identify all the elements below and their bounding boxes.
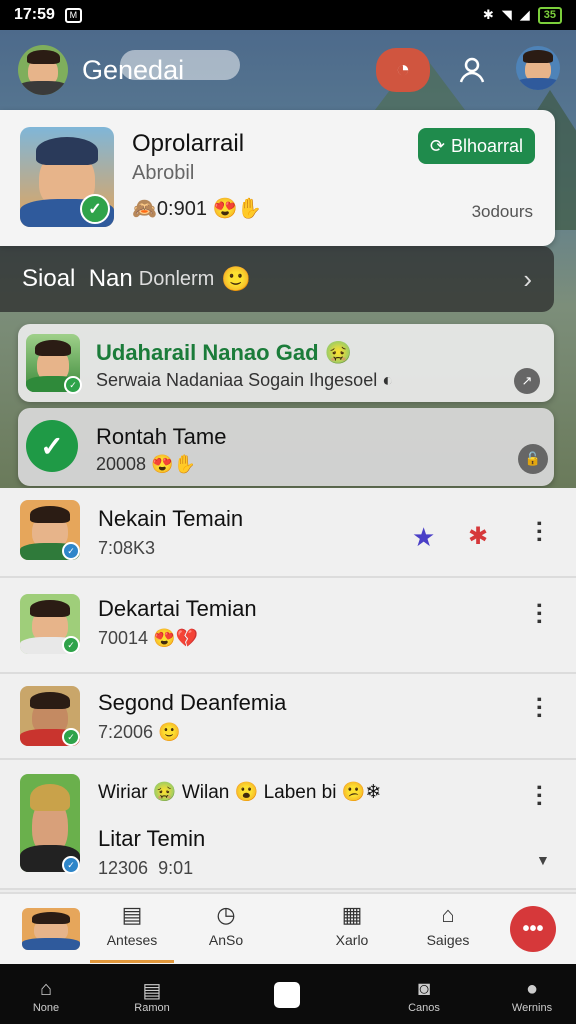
chat-button[interactable]: ◔ (376, 48, 430, 92)
badge-icon[interactable]: ✱ (468, 522, 488, 551)
status-icons: ✱ ◥ ◢ 35 (482, 6, 562, 24)
profile-card[interactable]: ✓ Oprolarrail Abrobil 🙈0:901 😍✋ 3odours … (0, 110, 555, 246)
friend-name: Segond Deanfemia (98, 690, 287, 715)
friend-meta: 70014 😍💔 (98, 628, 198, 648)
page-title: Genedai (82, 54, 185, 85)
tab-anteses[interactable]: ▤ Anteses (102, 902, 162, 948)
active-tab-indicator (90, 960, 174, 963)
more-options-icon[interactable]: ··· (525, 784, 552, 808)
messages-button[interactable]: ••• (510, 906, 556, 952)
verified-icon: ✓ (62, 636, 80, 654)
status-time: 17:59 (14, 6, 55, 23)
user-icon (459, 57, 485, 83)
add-friend-button[interactable] (454, 52, 490, 88)
group-card[interactable]: ✓ Rontah Tame 20008 😍✋ 🔓 (18, 408, 554, 486)
lock-icon[interactable]: 🔓 (518, 444, 548, 474)
user-avatar[interactable] (18, 45, 68, 95)
profile-name: Oprolarrail (132, 130, 245, 157)
friend-name: Dekartai Temian (98, 596, 257, 621)
verified-icon: ✓ (62, 856, 80, 874)
home-button[interactable] (274, 982, 300, 1008)
group-card[interactable]: ✓ Udaharail Nanao Gad 🤢 Serwaia Nadaniaa… (18, 324, 554, 402)
nav-canos[interactable]: ◙ Canos (402, 978, 446, 1014)
tab-label: Saiges (426, 932, 470, 948)
tab-label: Anteses (106, 932, 158, 948)
chat-icon: ▦ (341, 902, 363, 927)
verified-icon: ✓ (62, 728, 80, 746)
document-icon: ▤ (121, 902, 143, 927)
profile-subtitle: Abrobil (132, 162, 195, 184)
nav-label: Wernins (511, 1002, 553, 1014)
home-icon: ⌂ (39, 978, 53, 1000)
bluetooth-icon: ✱ (482, 7, 494, 22)
tab-label: AnSo (208, 932, 244, 948)
follow-button-label: Blhoarral (450, 135, 523, 156)
friend-name: Nekain Temain (98, 506, 244, 531)
verified-icon: ✓ (64, 376, 82, 394)
group-subtitle: 20008 😍✋ (96, 454, 196, 474)
more-options-icon[interactable]: ··· (525, 520, 552, 544)
list-item[interactable]: ✓ Dekartai Temian 70014 😍💔 ··· (0, 578, 576, 674)
section-muted: Donlerm (138, 267, 215, 290)
battery-indicator: 35 (537, 6, 562, 24)
check-icon: ✓ (26, 420, 78, 472)
profile-avatar[interactable] (516, 46, 560, 90)
app-header: Genedai ◔ (0, 40, 576, 100)
status-bar: 17:59 M ✱ ◥ ◢ 35 (0, 0, 576, 30)
tab-saiges[interactable]: ⌂ Saiges (418, 902, 478, 948)
nav-wernins[interactable]: ● Wernins (504, 978, 560, 1014)
tab-label: Xarlo (335, 932, 369, 948)
friend-name: Litar Temin (98, 826, 206, 851)
verified-icon: ✓ (80, 194, 110, 224)
follow-button[interactable]: ⟳ Blhoarral (417, 128, 535, 164)
star-icon[interactable]: ★ (412, 522, 435, 553)
layers-icon: ▤ (142, 980, 162, 1002)
refresh-icon: ⟳ (429, 135, 445, 156)
message-icon: ••• (522, 917, 544, 940)
friend-meta: 7:08K3 (98, 538, 156, 558)
profile-time: 3odours (471, 202, 533, 221)
more-options-icon[interactable]: ··· (525, 696, 552, 720)
wifi-icon: ◥ (501, 7, 512, 22)
group-title: Rontah Tame (96, 424, 227, 449)
nav-none[interactable]: ⌂ None (26, 978, 66, 1014)
group-title: Udaharail Nanao Gad 🤢 (96, 340, 353, 365)
tab-bar: ▤ Anteses ◷ AnSo ▦ Xarlo ⌂ Saiges ••• (0, 892, 576, 964)
chat-icon: ◔ (395, 56, 411, 83)
group-subtitle: Serwaia Nadaniaa Sogain Ihgesoel ◐ (96, 370, 394, 390)
list-item[interactable]: ✓ Nekain Temain 7:08K3 ★ ✱ ··· (0, 488, 576, 578)
section-title: Sioal (22, 265, 76, 292)
more-options-icon[interactable]: ··· (525, 602, 552, 626)
person-icon: ● (525, 978, 539, 1000)
home-icon: ⌂ (441, 902, 455, 927)
nav-label: Ramon (134, 1002, 170, 1014)
chevron-down-icon[interactable]: ▼ (536, 852, 550, 868)
tab-xarlo[interactable]: ▦ Xarlo (322, 902, 382, 948)
tab-avatar[interactable] (22, 908, 80, 950)
tab-anso[interactable]: ◷ AnSo (196, 902, 256, 948)
friend-chips: Wiriar 🤢 Wilan 😮 Laben bi 😕❄ (98, 782, 382, 803)
list-item[interactable]: ✓ Segond Deanfemia 7:2006 🙂 ··· (0, 674, 576, 760)
notification-icon: M (64, 7, 82, 23)
section-title-2: Nan (88, 265, 133, 292)
section-header[interactable]: Sioal Nan Donlerm 🙂 › (0, 246, 554, 312)
nav-label: None (32, 1002, 60, 1014)
list-item[interactable]: ✓ Wiriar 🤢 Wilan 😮 Laben bi 😕❄ Litar Tem… (0, 760, 576, 890)
system-nav-bar: ⌂ None ▤ Ramon ◙ Canos ● Wernins (0, 964, 576, 1024)
chevron-right-icon: › (523, 263, 532, 294)
verified-icon: ✓ (62, 542, 80, 560)
friend-meta: 7:2006 🙂 (98, 722, 181, 742)
clock-icon: ◷ (216, 902, 236, 927)
signal-icon: ◢ (519, 7, 530, 22)
friend-meta: 12306 9:01 (98, 858, 194, 878)
nav-ramon[interactable]: ▤ Ramon (130, 978, 174, 1014)
profile-stats: 🙈0:901 😍✋ (132, 198, 263, 220)
add-icon[interactable]: ↗ (514, 368, 540, 394)
camera-icon: ◙ (417, 978, 431, 1000)
nav-label: Canos (408, 1002, 440, 1014)
